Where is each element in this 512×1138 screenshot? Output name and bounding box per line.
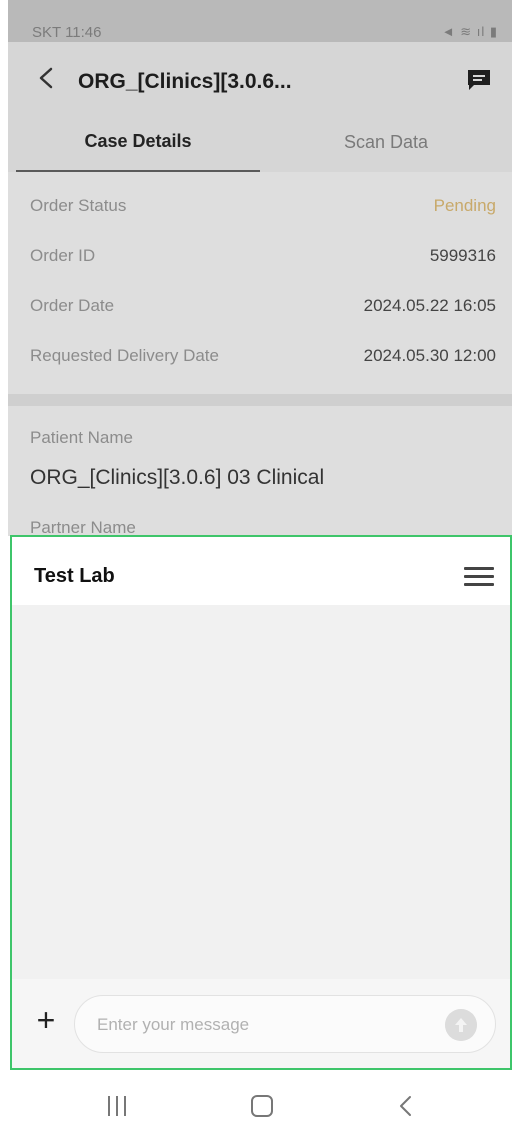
screen: SKT 11:46 ◄ ≋ ıl ▮ ORG_[Clinics][3.0.6..… xyxy=(0,0,512,1138)
tab-bar: Case Details Scan Data xyxy=(8,112,512,172)
partner-name-label: Partner Name xyxy=(30,518,136,536)
system-nav-bar xyxy=(0,1070,512,1138)
patient-section: Patient Name ORG_[Clinics][3.0.6] 03 Cli… xyxy=(8,406,512,536)
status-bar: SKT 11:46 ◄ ≋ ıl ▮ xyxy=(8,0,512,42)
app-header: ORG_[Clinics][3.0.6... xyxy=(8,42,512,112)
chevron-left-icon[interactable] xyxy=(36,66,56,90)
chat-panel: Test Lab + xyxy=(10,535,512,1070)
order-date-label: Order Date xyxy=(30,296,115,315)
patient-name-label: Patient Name xyxy=(30,428,133,447)
order-date-row: Order Date 2024.05.22 16:05 xyxy=(30,296,496,324)
requested-delivery-date-value: 2024.05.30 12:00 xyxy=(363,346,496,365)
requested-delivery-date-label: Requested Delivery Date xyxy=(30,346,219,365)
order-status-value: Pending xyxy=(433,196,496,215)
order-date-value: 2024.05.22 16:05 xyxy=(363,296,496,315)
tab-case-details[interactable]: Case Details xyxy=(16,112,260,172)
requested-delivery-date-row: Requested Delivery Date 2024.05.30 12:00 xyxy=(30,346,496,374)
order-id-value: 5999316 xyxy=(429,246,496,265)
message-input[interactable] xyxy=(97,1010,417,1040)
message-field xyxy=(74,995,496,1053)
recent-apps-icon[interactable] xyxy=(106,1096,130,1116)
status-icons: ◄ ≋ ıl ▮ xyxy=(441,24,498,39)
section-divider xyxy=(8,394,512,406)
chat-header: Test Lab xyxy=(12,537,510,605)
page-title: ORG_[Clinics][3.0.6... xyxy=(78,70,292,93)
message-composer: + xyxy=(12,979,510,1068)
patient-name-value: ORG_[Clinics][3.0.6] 03 Clinical xyxy=(30,466,325,489)
home-icon[interactable] xyxy=(251,1095,273,1117)
order-id-label: Order ID xyxy=(30,246,96,265)
back-icon[interactable] xyxy=(396,1094,416,1118)
chat-bubble-icon[interactable] xyxy=(466,68,492,92)
status-time: SKT 11:46 xyxy=(32,24,102,41)
chat-title: Test Lab xyxy=(34,565,115,587)
send-icon[interactable] xyxy=(445,1009,477,1041)
hamburger-menu-icon[interactable] xyxy=(464,567,494,589)
messages-area[interactable] xyxy=(12,605,510,979)
order-status-label: Order Status xyxy=(30,196,127,215)
plus-icon[interactable]: + xyxy=(32,1004,60,1036)
order-status-row: Order Status Pending xyxy=(30,196,496,224)
order-details-section: Order Status Pending Order ID 5999316 Or… xyxy=(8,172,512,394)
order-id-row: Order ID 5999316 xyxy=(30,246,496,274)
tab-scan-data[interactable]: Scan Data xyxy=(260,112,512,172)
